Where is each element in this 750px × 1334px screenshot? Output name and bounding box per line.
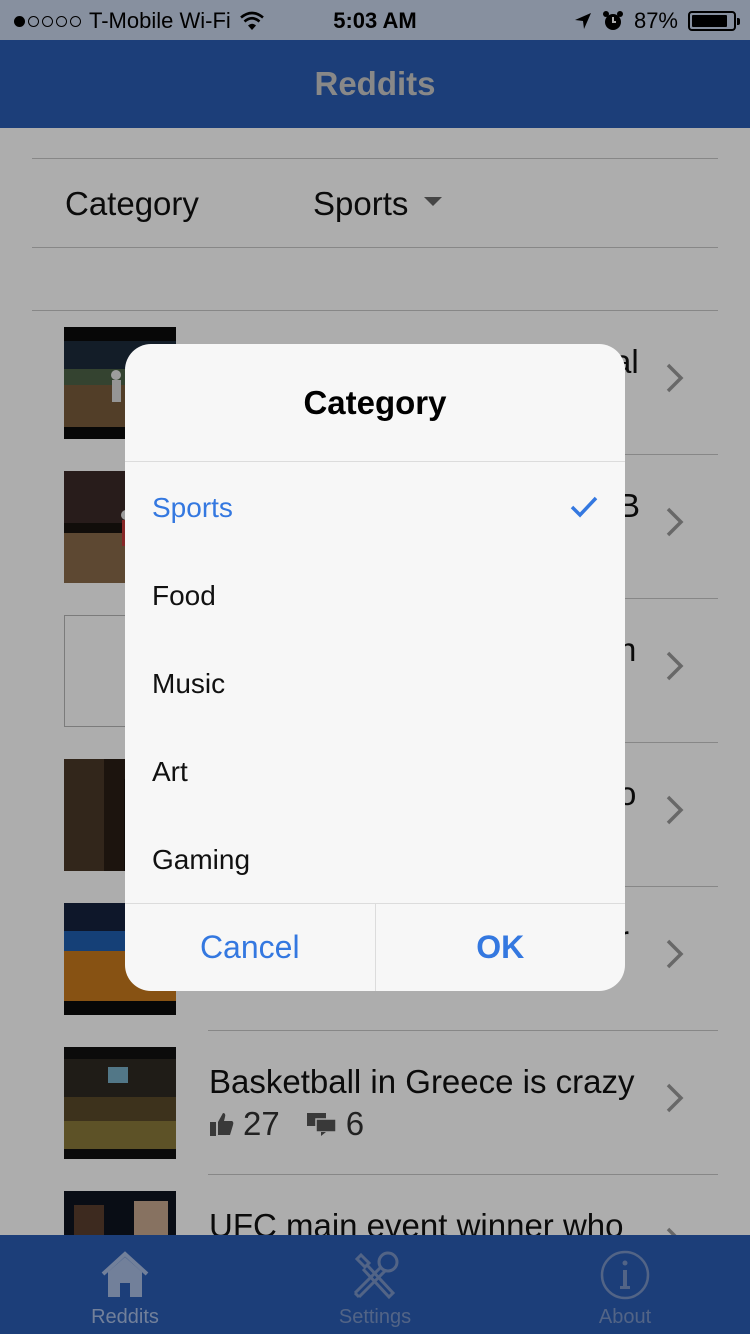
option-gaming[interactable]: Gaming	[125, 816, 625, 904]
option-label: Art	[152, 756, 188, 787]
option-label: Food	[152, 580, 216, 611]
dialog-buttons: Cancel OK	[125, 903, 625, 991]
option-label: Gaming	[152, 844, 251, 875]
option-sports[interactable]: Sports	[125, 464, 625, 552]
ok-button[interactable]: OK	[374, 904, 626, 991]
category-picker-dialog: Category Sports Food Music Art Gaming Ca…	[125, 344, 625, 991]
cancel-button[interactable]: Cancel	[125, 904, 375, 991]
option-music[interactable]: Music	[125, 640, 625, 728]
dialog-title: Category	[125, 344, 625, 462]
option-label: Sports	[152, 492, 233, 523]
option-label: Music	[152, 668, 226, 699]
option-food[interactable]: Food	[125, 552, 625, 640]
checkmark-icon	[570, 496, 598, 518]
option-art[interactable]: Art	[125, 728, 625, 816]
